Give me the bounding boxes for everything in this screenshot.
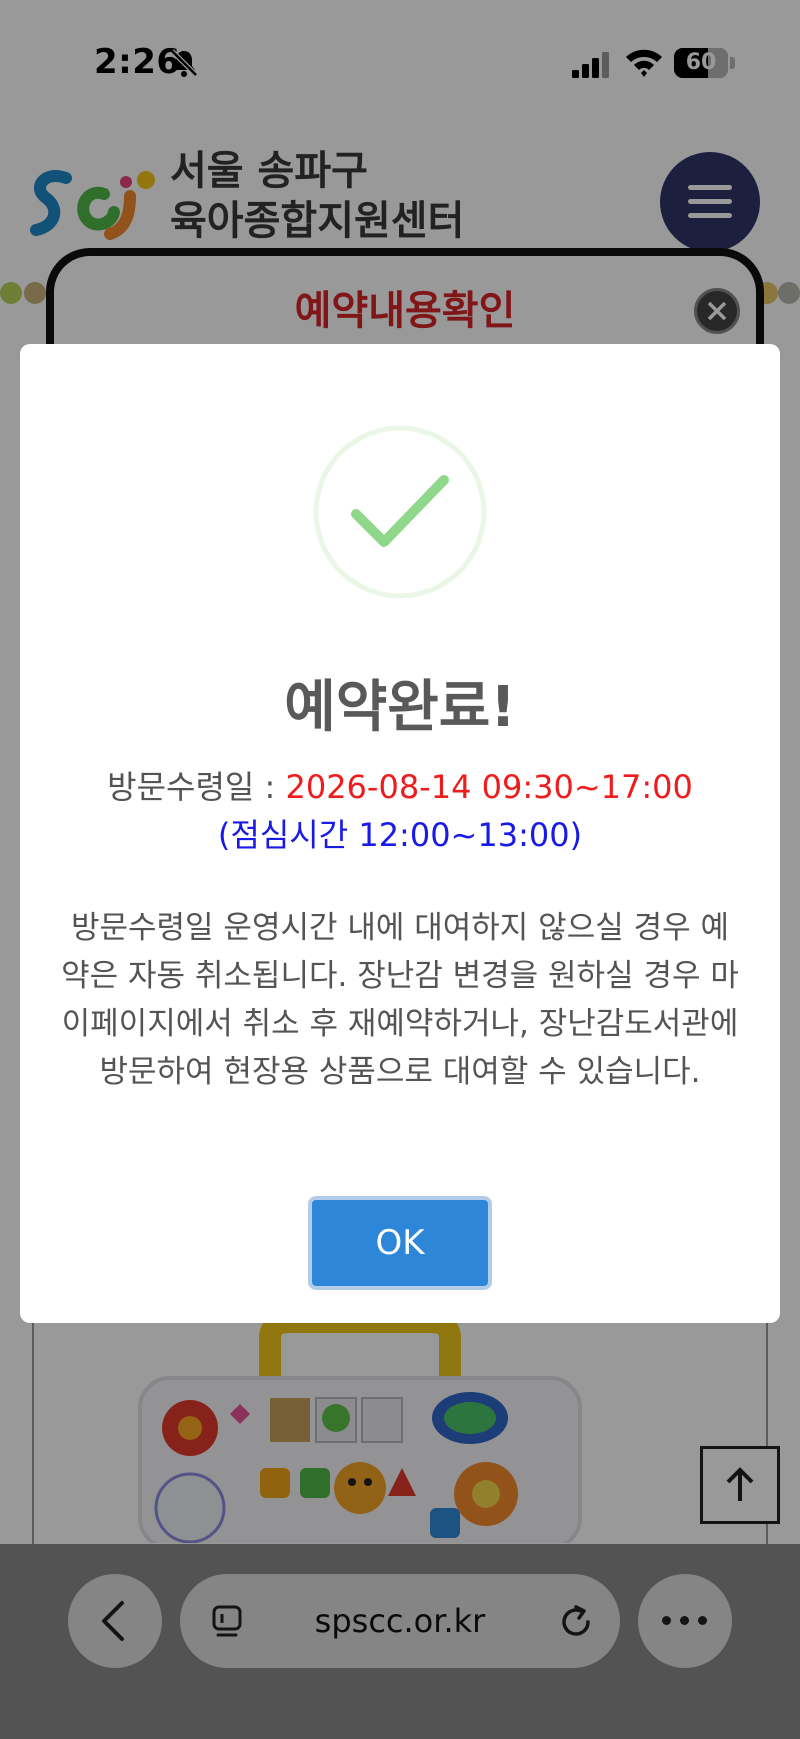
checkmark-circle-icon [313,425,487,599]
dialog-title: 예약완료! [284,675,516,740]
lunch-time-note: (점심시간 12:00~13:00) [217,816,583,854]
ok-button[interactable]: OK [308,1196,492,1290]
visit-date-label: 방문수령일 : [107,768,286,806]
visit-date-line: 방문수령일 : 2026-08-14 09:30~17:00 [20,762,780,808]
cancellation-notice: 방문수령일 운영시간 내에 대여하지 않으실 경우 예약은 자동 취소됩니다. … [61,910,739,1090]
reservation-success-dialog: 예약완료! 방문수령일 : 2026-08-14 09:30~17:00 (점심… [20,344,780,1323]
visit-date-value: 2026-08-14 09:30~17:00 [285,768,693,806]
